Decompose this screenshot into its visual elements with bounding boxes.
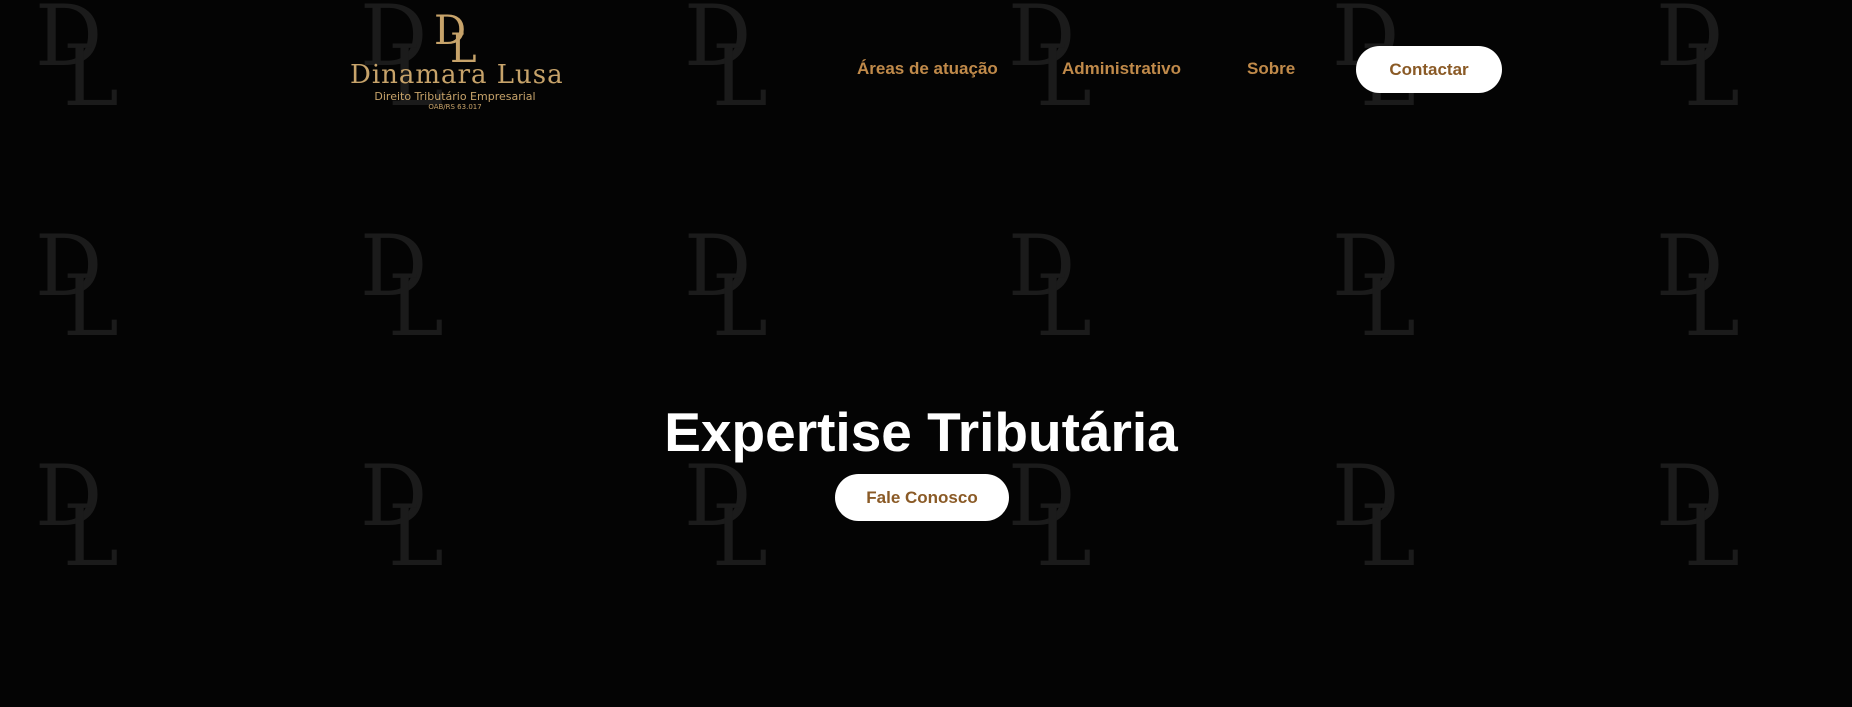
background-dl-monogram-icon: DL	[684, 447, 768, 585]
svg-text:L: L	[1036, 487, 1092, 585]
svg-text:L: L	[1684, 257, 1740, 355]
logo[interactable]: D L Dinamara Lusa Direito Tributário Emp…	[350, 4, 564, 116]
background-dl-monogram-icon: DL	[1008, 447, 1092, 585]
nav-link-administrativo[interactable]: Administrativo	[1062, 59, 1181, 79]
background-dl-monogram-icon: DL	[684, 217, 768, 355]
dl-monogram-icon: D L	[426, 4, 486, 72]
fale-conosco-button[interactable]: Fale Conosco	[835, 474, 1009, 521]
background-dl-monogram-icon: DL	[35, 447, 119, 585]
svg-text:L: L	[63, 257, 119, 355]
background-dl-monogram-icon: DL	[360, 447, 444, 585]
svg-text:D: D	[35, 217, 102, 315]
svg-text:L: L	[1684, 487, 1740, 585]
svg-text:L: L	[388, 257, 444, 355]
svg-text:L: L	[1360, 487, 1416, 585]
background-dl-monogram-icon: DL	[1332, 217, 1416, 355]
brand-tagline: Direito Tributário Empresarial	[374, 90, 536, 103]
svg-text:L: L	[1360, 257, 1416, 355]
background-dl-monogram-icon: DL	[360, 217, 444, 355]
svg-text:D: D	[684, 217, 751, 315]
nav-link-sobre[interactable]: Sobre	[1247, 59, 1295, 79]
svg-text:L: L	[712, 257, 768, 355]
svg-text:L: L	[712, 487, 768, 585]
background-dl-monogram-icon: DL	[1656, 447, 1740, 585]
background-dl-monogram-icon: DL	[1656, 217, 1740, 355]
svg-text:D: D	[1008, 217, 1075, 315]
svg-text:D: D	[360, 217, 427, 315]
brand-registration: OAB/RS 63.017	[428, 103, 482, 111]
nav-link-areas-de-atuacao[interactable]: Áreas de atuação	[857, 59, 998, 79]
svg-text:D: D	[1656, 217, 1723, 315]
svg-text:L: L	[388, 487, 444, 585]
svg-text:L: L	[63, 487, 119, 585]
svg-text:D: D	[1332, 217, 1399, 315]
brand-name: Dinamara Lusa	[350, 60, 564, 90]
svg-text:L: L	[1036, 257, 1092, 355]
site-header: D L Dinamara Lusa Direito Tributário Emp…	[0, 0, 1852, 130]
background-dl-monogram-icon: DL	[1332, 447, 1416, 585]
background-dl-monogram-icon: DL	[1008, 217, 1092, 355]
contactar-button[interactable]: Contactar	[1356, 46, 1502, 93]
hero-title: Expertise Tributária	[664, 401, 1178, 463]
logo-monogram-l: L	[450, 26, 477, 64]
background-dl-monogram-icon: DL	[35, 217, 119, 355]
